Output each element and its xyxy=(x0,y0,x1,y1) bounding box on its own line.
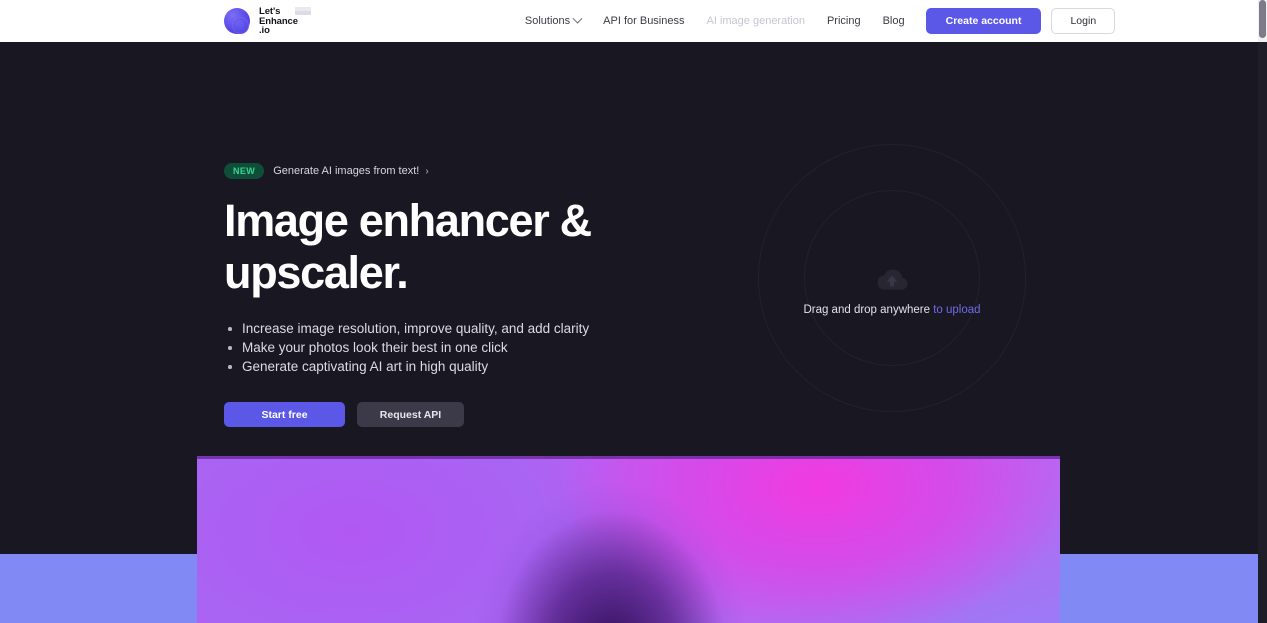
site-header: Let's Enhance .io Solutions API for Busi… xyxy=(0,0,1258,42)
list-item: Increase image resolution, improve quali… xyxy=(224,319,764,338)
new-badge: NEW xyxy=(224,163,265,179)
chevron-down-icon xyxy=(572,13,583,24)
upload-dropzone[interactable]: Drag and drop anywhere to upload xyxy=(758,144,1026,412)
showcase-top-edge xyxy=(197,456,1060,459)
hero-section: NEW Generate AI images from text! › Imag… xyxy=(0,42,1258,456)
start-free-button[interactable]: Start free xyxy=(224,402,345,427)
browser-viewport: NEW Generate AI images from text! › Imag… xyxy=(0,0,1267,623)
create-account-button[interactable]: Create account xyxy=(925,8,1042,34)
cloud-upload-icon xyxy=(877,269,908,290)
hero-content: NEW Generate AI images from text! › Imag… xyxy=(224,161,764,427)
nav-item-solutions[interactable]: Solutions xyxy=(514,13,592,27)
request-api-button[interactable]: Request API xyxy=(357,402,464,427)
nav-item-pricing[interactable]: Pricing xyxy=(816,15,872,27)
upload-link[interactable]: to upload xyxy=(933,304,980,316)
scrollbar-track[interactable] xyxy=(1258,0,1267,623)
chevron-right-icon: › xyxy=(425,165,429,177)
brand-line-3: .io xyxy=(259,25,270,37)
header-actions: Create account Login xyxy=(925,8,1116,34)
nav-item-blog[interactable]: Blog xyxy=(872,15,916,27)
brand-wordmark: Let's Enhance .io xyxy=(259,6,311,37)
new-feature-banner[interactable]: NEW Generate AI images from text! › xyxy=(224,163,429,179)
new-banner-text: Generate AI images from text! xyxy=(273,165,420,177)
language-flag-icon xyxy=(295,7,311,16)
hero-feature-list: Increase image resolution, improve quali… xyxy=(224,319,764,376)
nav-label: Solutions xyxy=(524,15,571,27)
login-button[interactable]: Login xyxy=(1051,8,1116,34)
showcase-image xyxy=(197,456,1060,623)
nav-item-api-for-business[interactable]: API for Business xyxy=(592,15,695,27)
page-title: Image enhancer & upscaler. xyxy=(224,195,592,298)
dropzone-text: Drag and drop anywhere to upload xyxy=(758,304,1026,316)
nav-item-ai-image-generation[interactable]: AI image generation xyxy=(696,15,816,27)
cta-button-group: Start free Request API xyxy=(224,402,764,427)
logo-blob-small xyxy=(232,17,249,34)
scrollbar-thumb[interactable] xyxy=(1259,0,1266,38)
dropzone-label: Drag and drop anywhere xyxy=(803,304,931,316)
list-item: Make your photos look their best in one … xyxy=(224,338,764,357)
list-item: Generate captivating AI art in high qual… xyxy=(224,357,764,376)
logo-icon xyxy=(224,7,252,35)
brand-logo[interactable]: Let's Enhance .io xyxy=(224,0,311,42)
main-navigation: Solutions API for Business AI image gene… xyxy=(514,13,916,27)
